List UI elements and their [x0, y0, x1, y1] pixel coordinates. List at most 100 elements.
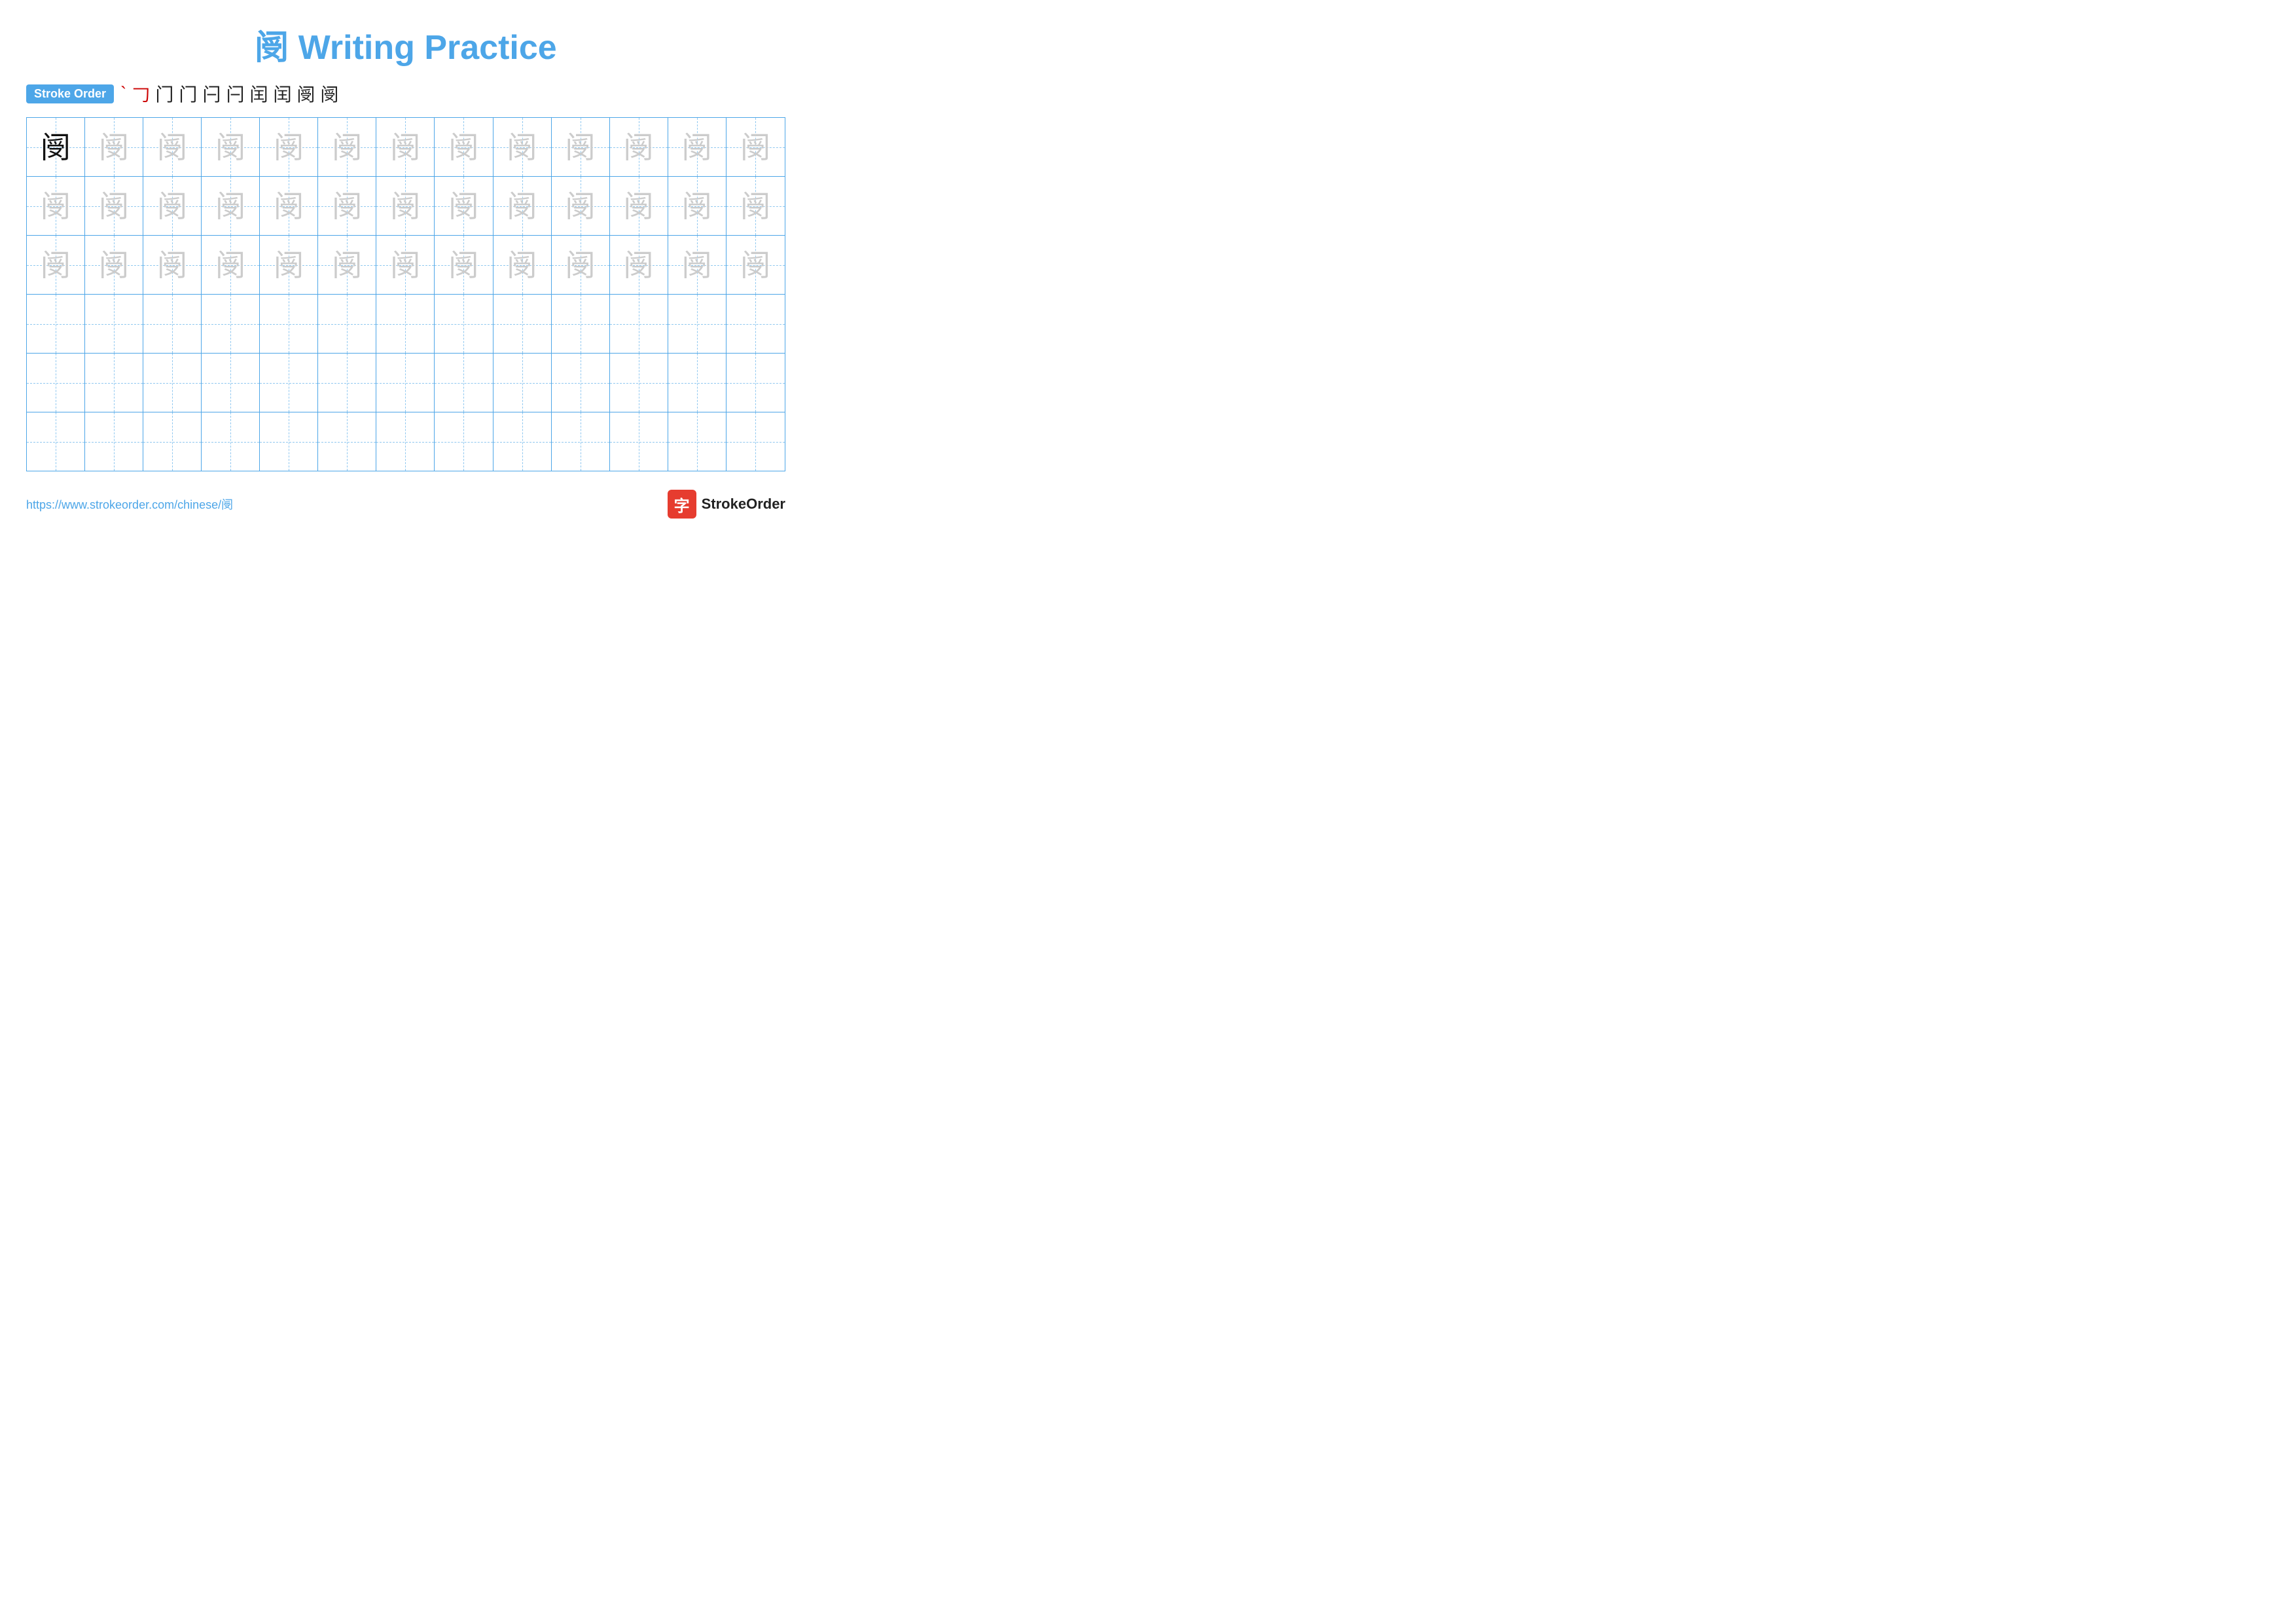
- stroke-2: 𠃌: [132, 81, 150, 107]
- grid-cell-6-13[interactable]: [726, 412, 785, 471]
- grid-cell-3-11[interactable]: 阌: [610, 236, 668, 294]
- grid-cell-5-7[interactable]: [376, 354, 435, 412]
- grid-cell-3-7[interactable]: 阌: [376, 236, 435, 294]
- grid-cell-2-8[interactable]: 阌: [435, 177, 493, 235]
- grid-cell-1-12[interactable]: 阌: [668, 118, 726, 176]
- grid-cell-1-1[interactable]: 阌: [27, 118, 85, 176]
- grid-cell-2-10[interactable]: 阌: [552, 177, 610, 235]
- grid-cell-4-7[interactable]: [376, 295, 435, 353]
- stroke-7: 闰: [249, 81, 268, 107]
- grid-cell-4-12[interactable]: [668, 295, 726, 353]
- grid-cell-2-5[interactable]: 阌: [260, 177, 318, 235]
- grid-cell-4-10[interactable]: [552, 295, 610, 353]
- grid-cell-4-6[interactable]: [318, 295, 376, 353]
- grid-cell-1-8[interactable]: 阌: [435, 118, 493, 176]
- grid-cell-2-6[interactable]: 阌: [318, 177, 376, 235]
- grid-cell-3-8[interactable]: 阌: [435, 236, 493, 294]
- grid-cell-1-3[interactable]: 阌: [143, 118, 202, 176]
- grid-cell-2-13[interactable]: 阌: [726, 177, 785, 235]
- footer-logo: 字 StrokeOrder: [668, 490, 785, 519]
- grid-cell-2-12[interactable]: 阌: [668, 177, 726, 235]
- char-dark: 阌: [41, 132, 71, 162]
- stroke-order-badge: Stroke Order: [26, 84, 114, 103]
- grid-cell-2-9[interactable]: 阌: [493, 177, 552, 235]
- grid-cell-5-12[interactable]: [668, 354, 726, 412]
- grid-cell-3-1[interactable]: 阌: [27, 236, 85, 294]
- grid-cell-5-9[interactable]: [493, 354, 552, 412]
- grid-cell-3-12[interactable]: 阌: [668, 236, 726, 294]
- grid-cell-4-8[interactable]: [435, 295, 493, 353]
- grid-cell-6-8[interactable]: [435, 412, 493, 471]
- grid-cell-2-2[interactable]: 阌: [85, 177, 143, 235]
- footer-url[interactable]: https://www.strokeorder.com/chinese/阌: [26, 496, 233, 513]
- grid-cell-5-2[interactable]: [85, 354, 143, 412]
- grid-cell-5-10[interactable]: [552, 354, 610, 412]
- grid-cell-5-6[interactable]: [318, 354, 376, 412]
- grid-cell-3-6[interactable]: 阌: [318, 236, 376, 294]
- grid-cell-6-10[interactable]: [552, 412, 610, 471]
- grid-cell-1-5[interactable]: 阌: [260, 118, 318, 176]
- grid-row-6: [27, 412, 785, 471]
- grid-cell-1-2[interactable]: 阌: [85, 118, 143, 176]
- grid-cell-6-12[interactable]: [668, 412, 726, 471]
- grid-cell-5-11[interactable]: [610, 354, 668, 412]
- grid-cell-4-2[interactable]: [85, 295, 143, 353]
- grid-cell-4-11[interactable]: [610, 295, 668, 353]
- grid-cell-2-1[interactable]: 阌: [27, 177, 85, 235]
- grid-cell-3-10[interactable]: 阌: [552, 236, 610, 294]
- grid-cell-2-7[interactable]: 阌: [376, 177, 435, 235]
- practice-grid: 阌 阌 阌 阌 阌 阌 阌 阌 阌 阌 阌 阌 阌 阌 阌 阌 阌 阌 阌 阌 …: [26, 117, 785, 471]
- stroke-sequence: ` 𠃌 门 门 闩 闩 闰 闰 阌 阌: [120, 81, 338, 107]
- grid-cell-6-1[interactable]: [27, 412, 85, 471]
- grid-cell-1-4[interactable]: 阌: [202, 118, 260, 176]
- grid-row-4: [27, 295, 785, 354]
- stroke-order-row: Stroke Order ` 𠃌 门 门 闩 闩 闰 闰 阌 阌: [26, 81, 785, 107]
- stroke-1: `: [120, 83, 126, 104]
- grid-cell-6-4[interactable]: [202, 412, 260, 471]
- grid-row-2: 阌 阌 阌 阌 阌 阌 阌 阌 阌 阌 阌 阌 阌: [27, 177, 785, 236]
- footer: https://www.strokeorder.com/chinese/阌 字 …: [26, 490, 785, 519]
- grid-cell-4-5[interactable]: [260, 295, 318, 353]
- strokeorder-logo-icon: 字: [668, 490, 696, 519]
- grid-cell-4-13[interactable]: [726, 295, 785, 353]
- grid-cell-1-9[interactable]: 阌: [493, 118, 552, 176]
- grid-cell-2-4[interactable]: 阌: [202, 177, 260, 235]
- grid-cell-6-11[interactable]: [610, 412, 668, 471]
- grid-cell-6-6[interactable]: [318, 412, 376, 471]
- grid-cell-2-3[interactable]: 阌: [143, 177, 202, 235]
- grid-cell-3-2[interactable]: 阌: [85, 236, 143, 294]
- grid-cell-5-3[interactable]: [143, 354, 202, 412]
- grid-cell-4-9[interactable]: [493, 295, 552, 353]
- grid-cell-5-4[interactable]: [202, 354, 260, 412]
- grid-cell-3-4[interactable]: 阌: [202, 236, 260, 294]
- title-chinese-char: 阌: [255, 29, 289, 67]
- stroke-8: 闰: [273, 81, 291, 107]
- grid-cell-1-10[interactable]: 阌: [552, 118, 610, 176]
- grid-cell-1-11[interactable]: 阌: [610, 118, 668, 176]
- grid-cell-4-1[interactable]: [27, 295, 85, 353]
- grid-cell-6-5[interactable]: [260, 412, 318, 471]
- grid-cell-4-3[interactable]: [143, 295, 202, 353]
- grid-cell-5-8[interactable]: [435, 354, 493, 412]
- grid-cell-2-11[interactable]: 阌: [610, 177, 668, 235]
- grid-cell-1-6[interactable]: 阌: [318, 118, 376, 176]
- grid-cell-3-5[interactable]: 阌: [260, 236, 318, 294]
- title-text: Writing Practice: [298, 29, 557, 67]
- grid-cell-3-9[interactable]: 阌: [493, 236, 552, 294]
- stroke-9: 阌: [296, 81, 315, 107]
- grid-cell-4-4[interactable]: [202, 295, 260, 353]
- grid-cell-1-7[interactable]: 阌: [376, 118, 435, 176]
- grid-cell-3-13[interactable]: 阌: [726, 236, 785, 294]
- grid-cell-3-3[interactable]: 阌: [143, 236, 202, 294]
- grid-cell-6-9[interactable]: [493, 412, 552, 471]
- grid-cell-6-2[interactable]: [85, 412, 143, 471]
- footer-logo-text: StrokeOrder: [702, 496, 785, 513]
- grid-cell-5-13[interactable]: [726, 354, 785, 412]
- grid-cell-5-1[interactable]: [27, 354, 85, 412]
- grid-cell-6-3[interactable]: [143, 412, 202, 471]
- grid-row-1: 阌 阌 阌 阌 阌 阌 阌 阌 阌 阌 阌 阌 阌: [27, 118, 785, 177]
- grid-cell-6-7[interactable]: [376, 412, 435, 471]
- grid-cell-1-13[interactable]: 阌: [726, 118, 785, 176]
- grid-cell-5-5[interactable]: [260, 354, 318, 412]
- title-area: 阌 Writing Practice: [26, 20, 785, 69]
